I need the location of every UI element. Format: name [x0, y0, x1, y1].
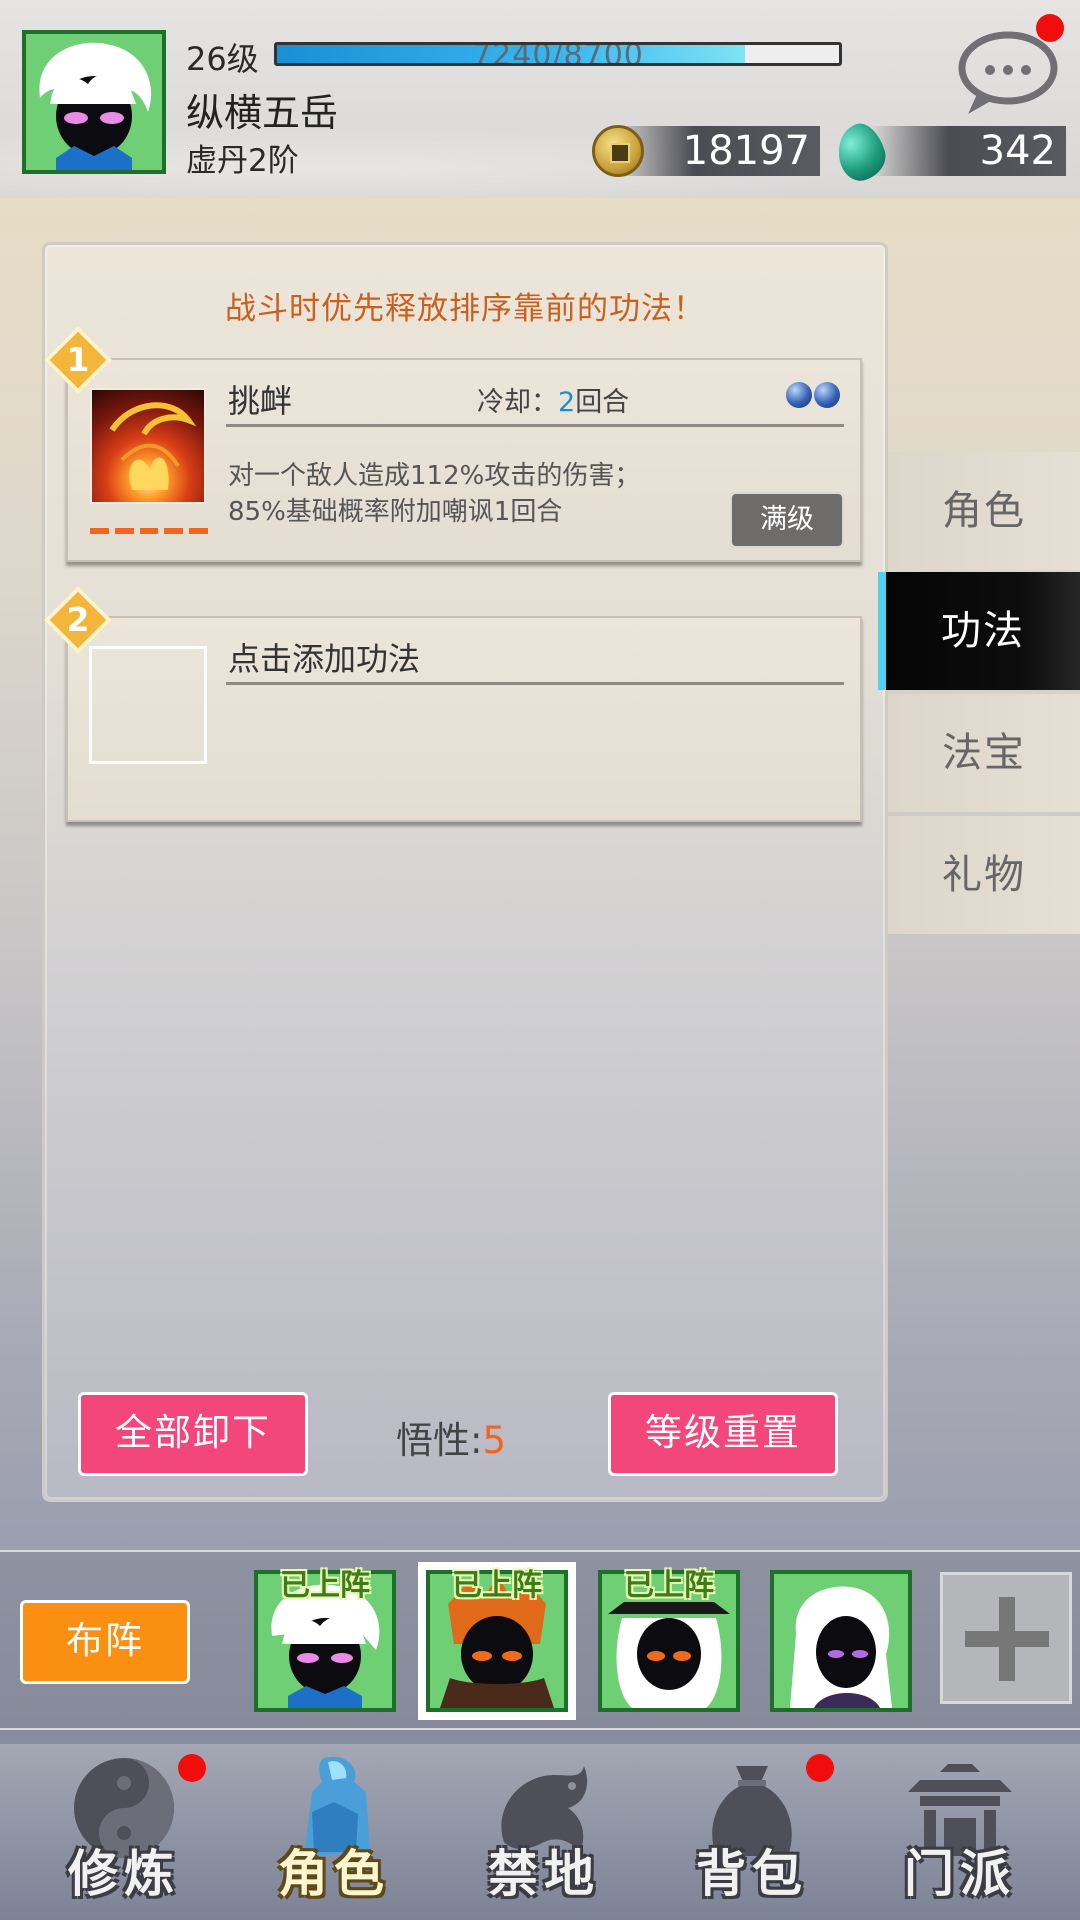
- tab-treasure[interactable]: 法宝: [888, 694, 1080, 812]
- skill-level-pips: [90, 528, 208, 534]
- level-pip: [139, 528, 159, 534]
- player-level: 26级: [186, 40, 259, 78]
- cooldown-label: 冷却：: [477, 387, 558, 418]
- hero-slot-4[interactable]: [770, 1570, 912, 1712]
- tab-skills[interactable]: 功法: [878, 572, 1080, 690]
- skill-description-line: 对一个敌人造成112%攻击的伤害；: [228, 461, 641, 491]
- deployed-label: 已上阵: [624, 1568, 714, 1603]
- nav-label: 修炼: [68, 1845, 180, 1903]
- player-avatar[interactable]: [22, 30, 166, 174]
- player-avatar-icon: [39, 42, 152, 170]
- deployed-label: 已上阵: [280, 1568, 370, 1603]
- skill-description: 对一个敌人造成112%攻击的伤害； 85%基础概率附加嘲讽1回合: [228, 458, 728, 530]
- cooldown-text: 冷却：2回合: [477, 380, 629, 419]
- skill-icon-taunt[interactable]: [90, 388, 206, 504]
- gem-icon: [786, 382, 812, 408]
- formation-button[interactable]: 布阵: [20, 1600, 190, 1684]
- comprehension-value: 5: [482, 1419, 507, 1462]
- level-pip: [90, 528, 109, 534]
- chat-notification-dot: [1036, 14, 1064, 42]
- gem-icon: [814, 382, 840, 408]
- level-pip: [189, 528, 208, 534]
- coin-icon: [592, 125, 644, 177]
- comprehension-label: 悟性:: [396, 1419, 483, 1462]
- nav-label: 门派: [904, 1845, 1016, 1903]
- flame-icon: [109, 402, 197, 490]
- cooldown-value: 2: [558, 387, 576, 418]
- empty-skill-slot[interactable]: [89, 646, 207, 764]
- hero-avatar-icon: [790, 1586, 892, 1708]
- comprehension-stat: 悟性:5: [396, 1410, 506, 1464]
- deployed-label: 已上阵: [452, 1568, 542, 1603]
- skill-description-line: 85%基础概率附加嘲讽1回合: [228, 497, 563, 527]
- slot-index-number: 1: [66, 340, 90, 379]
- nav-character[interactable]: 角色: [234, 1744, 434, 1920]
- player-realm: 虚丹2阶: [186, 143, 299, 179]
- max-level-button[interactable]: 满级: [730, 492, 844, 548]
- reset-level-button[interactable]: 等级重置: [608, 1392, 838, 1476]
- player-name: 纵横五岳: [186, 91, 339, 135]
- plus-icon: [965, 1597, 1049, 1681]
- exp-text: 7240/8700: [472, 42, 644, 66]
- chat-button[interactable]: [956, 28, 1060, 118]
- slot-index-number: 2: [66, 600, 90, 639]
- add-skill-hint[interactable]: 点击添加功法: [228, 634, 420, 680]
- nav-label: 背包: [696, 1845, 808, 1903]
- tab-gift[interactable]: 礼物: [888, 816, 1080, 934]
- nav-label: 禁地: [488, 1845, 600, 1903]
- level-pip: [164, 528, 184, 534]
- cooldown-unit: 回合: [575, 387, 630, 418]
- nav-badge-dot: [806, 1754, 834, 1782]
- skill-gems: [786, 382, 840, 408]
- nav-badge-dot: [178, 1754, 206, 1782]
- level-pip: [114, 528, 134, 534]
- unequip-all-button[interactable]: 全部卸下: [78, 1392, 308, 1476]
- exp-bar: 7240/8700: [274, 42, 842, 66]
- chat-bubble-icon: [958, 31, 1058, 114]
- divider: [226, 682, 844, 685]
- skill-name: 挑衅: [228, 382, 293, 420]
- nav-forbidden-land[interactable]: 禁地: [444, 1744, 644, 1920]
- jade-amount: 342: [870, 126, 1066, 176]
- divider: [226, 424, 844, 427]
- nav-sect[interactable]: 门派: [860, 1744, 1060, 1920]
- nav-label: 角色: [278, 1845, 390, 1903]
- priority-hint: 战斗时优先释放排序靠前的功法！: [225, 291, 705, 327]
- add-hero-button[interactable]: [940, 1572, 1072, 1704]
- tab-character[interactable]: 角色: [888, 452, 1080, 570]
